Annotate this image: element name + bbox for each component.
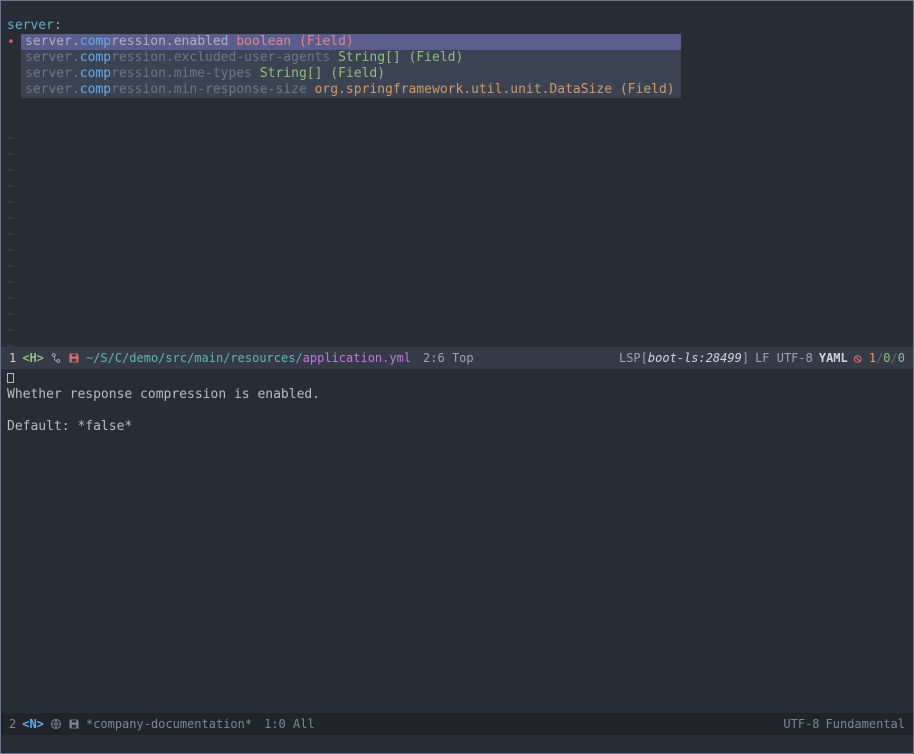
completion-type: String[] (Field) — [260, 66, 385, 81]
tilde-marker: ~ — [7, 307, 15, 322]
yaml-key: server — [7, 18, 54, 33]
completion-type: String[] (Field) — [338, 50, 463, 65]
completion-rest: ression.excluded-user-agents — [111, 50, 330, 65]
tilde-marker: ~ — [7, 291, 15, 306]
doc-buffer-pane[interactable]: Whether response compression is enabled.… — [1, 369, 913, 713]
tilde-marker: ~ — [7, 323, 15, 338]
modeline-bottom[interactable]: 2 <N> *company-documentation* 1:0 All UT… — [1, 713, 913, 735]
major-mode: Fundamental — [826, 716, 905, 732]
completion-rest: ression.mime-types — [111, 66, 252, 81]
tilde-marker: ~ — [7, 243, 15, 258]
tilde-marker: ~ — [7, 179, 15, 194]
completion-item[interactable]: server.compression.mime-types String[] (… — [21, 66, 681, 82]
yaml-colon: : — [54, 18, 62, 33]
completion-prefix: server. — [25, 82, 80, 97]
completion-item[interactable]: server.compression.enabled boolean (Fiel… — [21, 34, 681, 50]
tilde-marker: ~ — [7, 227, 15, 242]
tilde-marker: ~ — [7, 211, 15, 226]
yaml-buffer-pane[interactable]: server: • comp x x x x x ~ ~ ~ ~ ~ ~ ~ ~… — [1, 1, 913, 347]
completion-match: comp — [80, 34, 111, 49]
tilde-marker: ~ — [7, 163, 15, 178]
completion-item[interactable]: server.compression.min-response-size org… — [21, 82, 681, 98]
completion-rest: ression.min-response-size — [111, 82, 307, 97]
doc-line: Whether response compression is enabled. — [7, 387, 320, 402]
completion-match: comp — [80, 50, 111, 65]
tilde-marker: ~ — [7, 195, 15, 210]
globe-icon — [50, 716, 62, 732]
tilde-marker: ~ — [7, 339, 15, 354]
cursor-position: 1:0 All — [264, 716, 315, 732]
completion-prefix: server. — [25, 66, 80, 81]
doc-line: Default: *false* — [7, 419, 132, 434]
tilde-marker: ~ — [7, 259, 15, 274]
completion-item[interactable]: server.compression.excluded-user-agents … — [21, 50, 681, 66]
completion-prefix: server. — [25, 50, 80, 65]
save-icon — [68, 716, 80, 732]
buffer-name[interactable]: *company-documentation* — [86, 716, 252, 732]
tilde-marker: ~ — [7, 275, 15, 290]
completion-prefix: server. — [25, 34, 80, 49]
completion-match: comp — [80, 66, 111, 81]
completion-match: comp — [80, 82, 111, 97]
completion-type: org.springframework.util.unit.DataSize (… — [315, 82, 675, 97]
doc-cursor — [7, 373, 14, 383]
completion-type: boolean (Field) — [236, 34, 353, 49]
evil-state: <N> — [22, 716, 44, 732]
tilde-marker: ~ — [7, 131, 15, 146]
window-number: 2 — [9, 716, 16, 732]
dirty-line-indicator: • — [7, 35, 15, 50]
encoding: UTF-8 — [783, 716, 819, 732]
tilde-marker: ~ — [7, 147, 15, 162]
completion-rest: ression.enabled — [111, 34, 228, 49]
doc-content: Whether response compression is enabled.… — [1, 369, 913, 437]
editor-frame: server: • comp x x x x x ~ ~ ~ ~ ~ ~ ~ ~… — [0, 0, 914, 754]
completion-popup[interactable]: server.compression.enabled boolean (Fiel… — [21, 34, 681, 98]
minibuffer[interactable] — [1, 735, 913, 753]
